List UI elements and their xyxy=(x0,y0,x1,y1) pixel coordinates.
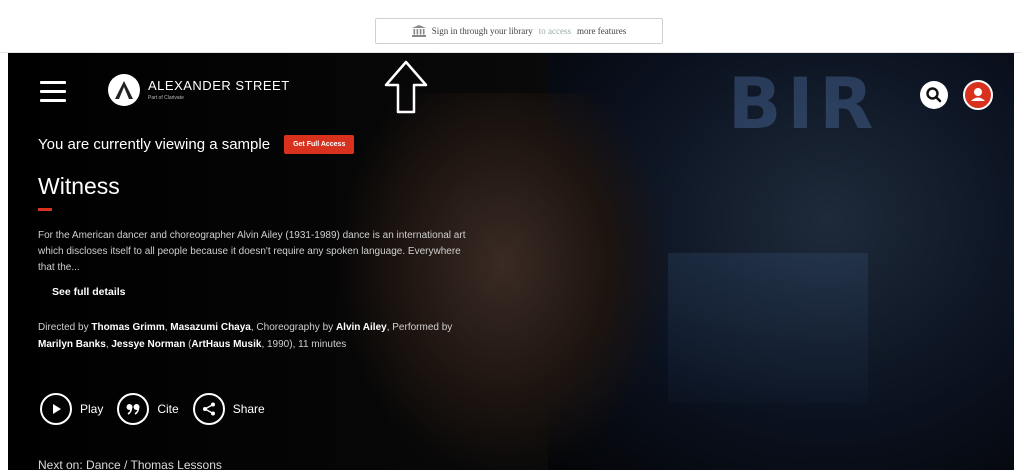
video-description: For the American dancer and choreographe… xyxy=(38,230,466,273)
share-icon xyxy=(192,393,225,425)
signin-text: Sign in through your library xyxy=(431,26,533,36)
signin-features-text: more features xyxy=(577,26,627,36)
video-title: Witness xyxy=(38,173,120,199)
share-button[interactable]: Share xyxy=(192,393,265,425)
logo-mark-icon xyxy=(108,74,140,106)
user-account-button[interactable] xyxy=(963,80,993,110)
publisher-link[interactable]: ArtHaus Musik xyxy=(191,339,261,350)
video-still-figure xyxy=(338,93,668,470)
search-icon xyxy=(926,87,942,103)
brand-name: ALEXANDER STREET xyxy=(148,78,290,93)
up-arrow-icon xyxy=(384,60,428,114)
signin-muted-text: to access xyxy=(538,26,571,36)
cite-label: Cite xyxy=(157,402,179,416)
library-bar: Sign in through your library to access m… xyxy=(0,0,1022,53)
director-link[interactable]: Thomas Grimm xyxy=(91,322,164,333)
hero-background-sign: BIR xyxy=(728,63,880,145)
video-credits: Directed by Thomas Grimm, Masazumi Chaya… xyxy=(38,322,453,350)
user-icon xyxy=(971,88,985,101)
sample-notice-text: You are currently viewing a sample xyxy=(38,136,271,153)
brand-logo[interactable]: ALEXANDER STREET Part of Clarivate xyxy=(108,74,290,106)
choreographer-link[interactable]: Alvin Ailey xyxy=(336,322,387,333)
play-label: Play xyxy=(80,402,104,416)
search-button[interactable] xyxy=(920,81,948,109)
performer-link[interactable]: Marilyn Banks xyxy=(38,339,106,350)
quote-icon xyxy=(117,393,150,425)
action-row: Play Cite Share xyxy=(40,393,265,425)
hamburger-menu-icon[interactable] xyxy=(40,81,66,103)
title-accent-bar xyxy=(38,208,52,211)
bank-icon xyxy=(411,25,426,37)
get-full-access-button[interactable]: Get Full Access xyxy=(284,135,355,154)
video-hero: BIR ALEXANDER STREET Part of Clarivate Y… xyxy=(8,53,1014,470)
next-section-heading: Next on: Dance / Thomas Lessons xyxy=(38,458,222,470)
performer-link[interactable]: Jessye Norman xyxy=(111,339,185,350)
play-icon xyxy=(40,393,72,425)
library-signin-button[interactable]: Sign in through your library to access m… xyxy=(375,18,663,44)
hero-background-light xyxy=(668,253,868,403)
brand-subtitle: Part of Clarivate xyxy=(148,95,184,101)
sample-notice: You are currently viewing a sample Get F… xyxy=(38,135,355,154)
cite-button[interactable]: Cite xyxy=(117,393,179,425)
see-full-details-link[interactable]: See full details xyxy=(52,286,126,298)
play-button[interactable]: Play xyxy=(40,393,103,425)
share-label: Share xyxy=(232,402,265,416)
director-link[interactable]: Masazumi Chaya xyxy=(170,322,251,333)
